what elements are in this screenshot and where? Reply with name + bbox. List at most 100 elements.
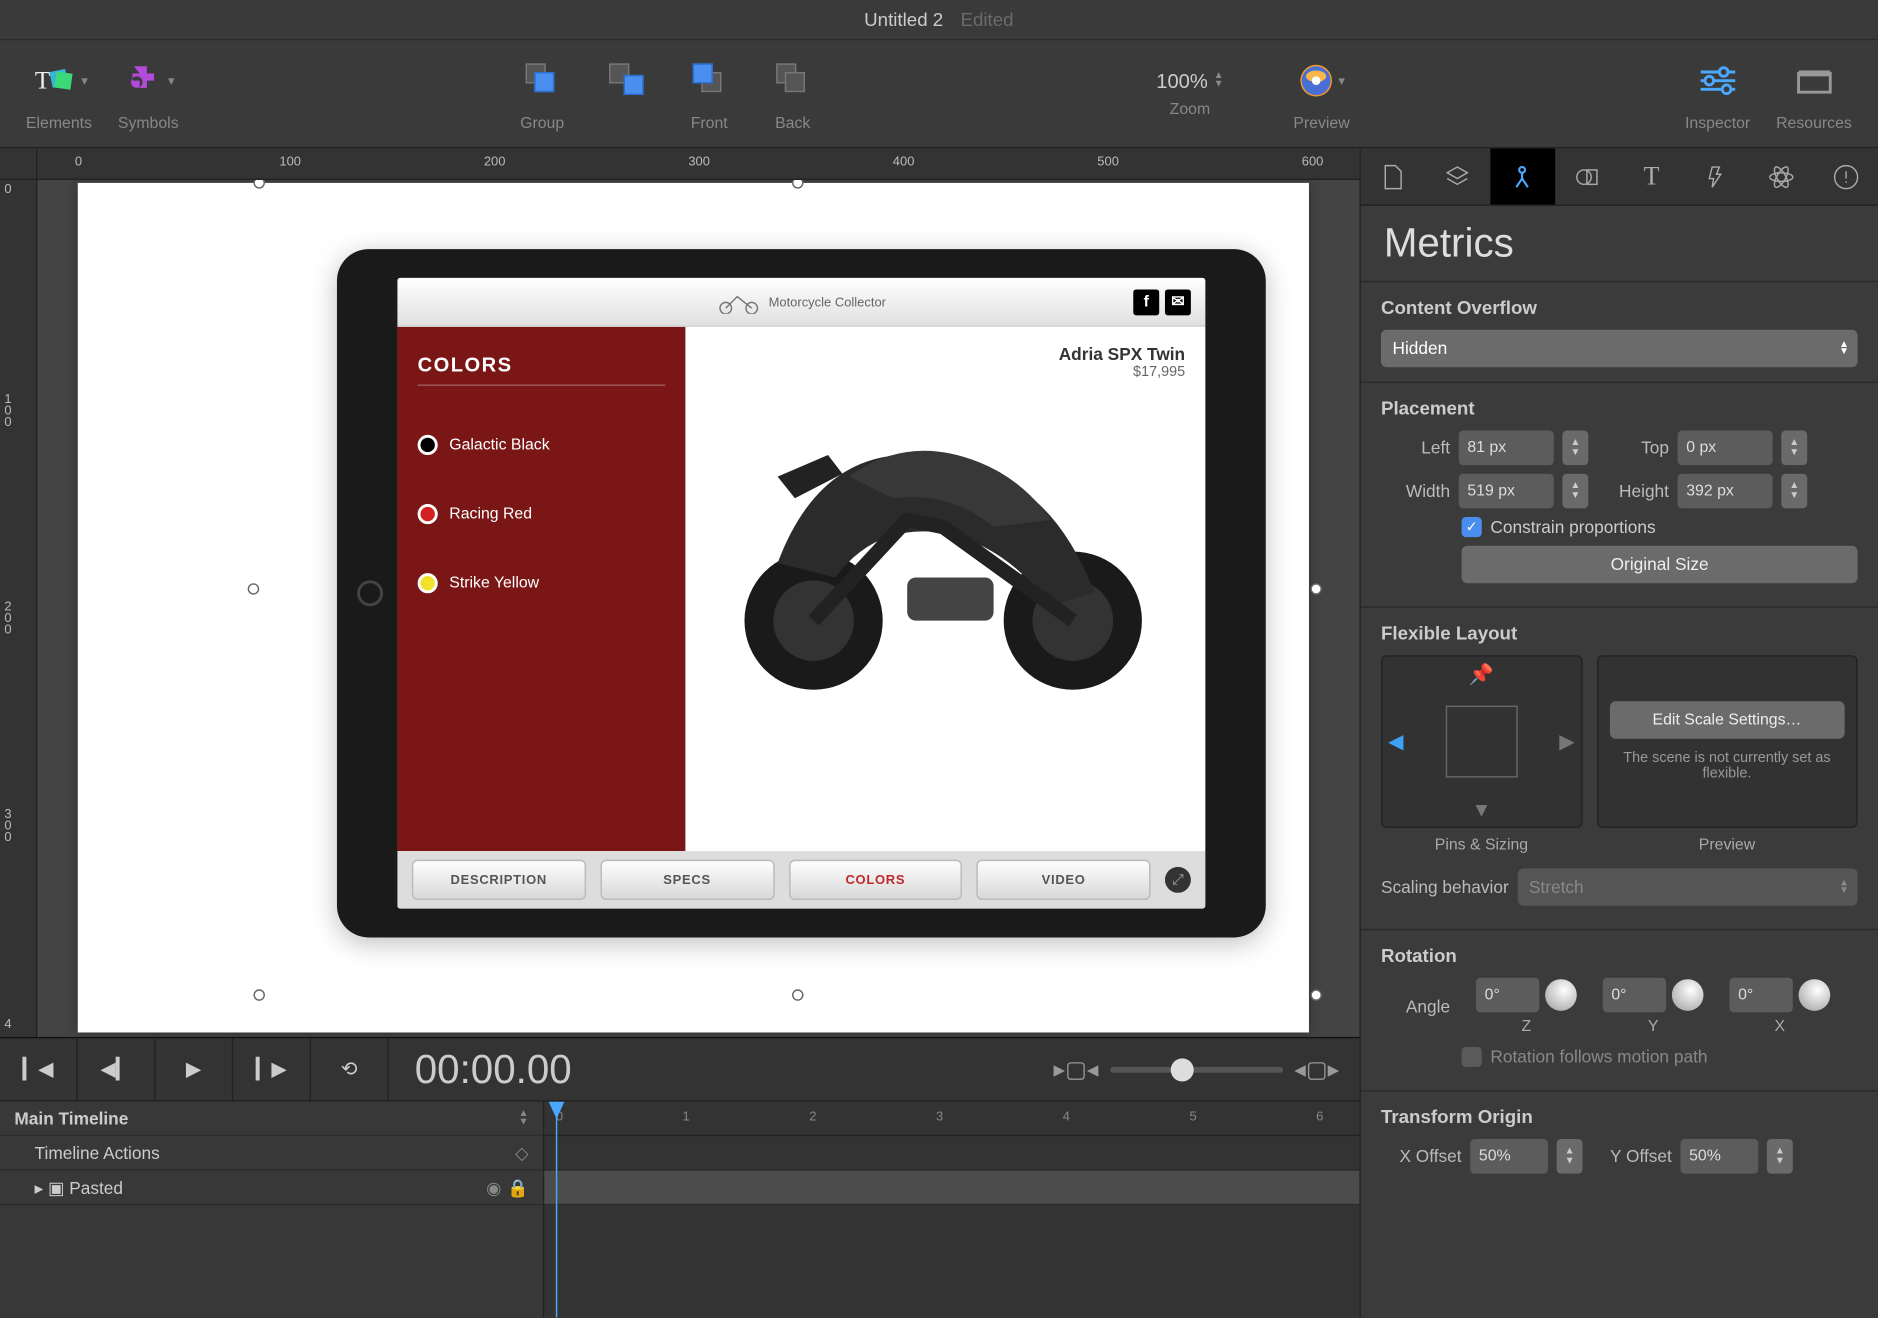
rotation-knob[interactable] (1545, 979, 1577, 1011)
original-size-button[interactable]: Original Size (1462, 546, 1858, 583)
preview-tool[interactable]: ▾ Preview (1293, 55, 1351, 133)
selection-handle[interactable] (253, 180, 265, 189)
pin-bottom-icon[interactable]: ▼ (1471, 798, 1491, 821)
resources-tool[interactable]: Resources (1776, 55, 1852, 133)
play-button[interactable]: ▶ (156, 1038, 234, 1101)
ruler-horizontal[interactable]: 0 100 200 300 400 500 600 (37, 148, 1359, 180)
zoom-out-icon[interactable]: ▸▢◂ (1054, 1055, 1099, 1084)
step-forward-button[interactable]: ▎▶ (233, 1038, 311, 1101)
selection-handle[interactable] (1310, 583, 1322, 595)
visibility-icon[interactable]: ◉ (486, 1177, 501, 1197)
x-offset-field[interactable] (1470, 1139, 1548, 1174)
go-to-start-button[interactable]: ▎◀ (0, 1038, 78, 1101)
home-button-icon (357, 580, 383, 606)
canvas-viewport[interactable]: Motorcycle Collector f ✉ COLOR (37, 180, 1359, 1037)
rotation-knob[interactable] (1672, 979, 1704, 1011)
constrain-checkbox[interactable]: ✓ (1462, 517, 1482, 537)
style-tab[interactable] (1555, 148, 1620, 204)
left-field[interactable] (1459, 431, 1554, 466)
timeline-tracks[interactable]: 0 1 2 3 4 5 6 (544, 1102, 1359, 1318)
timeline-actions-row[interactable]: Timeline Actions ◇ (0, 1136, 543, 1171)
stepper[interactable]: ▲▼ (1781, 431, 1807, 466)
identity-tab[interactable] (1813, 148, 1878, 204)
stage[interactable]: Motorcycle Collector f ✉ COLOR (78, 183, 1309, 1033)
tab-video[interactable]: VIDEO (977, 860, 1151, 900)
image-icon: ▣ (48, 1177, 64, 1197)
document-tab[interactable] (1361, 148, 1426, 204)
zoom-label: Zoom (1170, 101, 1211, 118)
loop-button[interactable]: ⟲ (311, 1038, 389, 1101)
zoom-stepper-icon[interactable]: ▲▼ (1214, 72, 1224, 89)
inspector-label: Inspector (1685, 115, 1750, 132)
elements-tool[interactable]: T ▾ Elements (26, 55, 92, 133)
ruler-vertical[interactable]: 0 100 200 300 4 (0, 180, 37, 1037)
tab-specs[interactable]: SPECS (600, 860, 774, 900)
pin-right-icon[interactable]: ▶ (1559, 729, 1575, 753)
color-swatch-icon (418, 435, 438, 455)
mail-icon[interactable]: ✉ (1165, 289, 1191, 315)
step-back-button[interactable]: ◀▎ (78, 1038, 156, 1101)
pin-top-icon[interactable]: 📌 (1469, 662, 1494, 686)
tab-colors[interactable]: COLORS (788, 860, 962, 900)
inspector-tool[interactable]: Inspector (1685, 55, 1750, 133)
angle-x-field[interactable] (1729, 978, 1792, 1013)
ungroup-tool[interactable] (597, 55, 655, 133)
rotation-knob[interactable] (1799, 979, 1831, 1011)
top-field[interactable] (1678, 431, 1773, 466)
follows-path-checkbox[interactable] (1462, 1047, 1482, 1067)
front-tool[interactable]: Front (680, 55, 738, 133)
back-tool[interactable]: Back (764, 55, 822, 133)
angle-y-field[interactable] (1603, 978, 1666, 1013)
layers-tab[interactable] (1425, 148, 1490, 204)
chevron-updown-icon: ▲▼ (1839, 341, 1849, 355)
timeline-track[interactable] (544, 1136, 1359, 1171)
lock-icon[interactable]: 🔒 (507, 1177, 529, 1197)
stepper[interactable]: ▲▼ (1562, 431, 1588, 466)
timeline-item-row[interactable]: ▸ ▣ Pasted ◉ 🔒 (0, 1171, 543, 1206)
angle-z-field[interactable] (1476, 978, 1539, 1013)
metrics-tab[interactable] (1490, 148, 1555, 204)
playhead[interactable] (556, 1102, 557, 1318)
selection-handle[interactable] (248, 583, 260, 595)
height-field[interactable] (1678, 474, 1773, 509)
timeline-element-span[interactable] (544, 1171, 1359, 1206)
selection-handle[interactable] (792, 989, 804, 1001)
timeline-ruler[interactable]: 0 1 2 3 4 5 6 (544, 1102, 1359, 1137)
timeline-zoom-slider[interactable] (1110, 1066, 1283, 1072)
main-timeline-row[interactable]: Main Timeline ▲▼ (0, 1102, 543, 1137)
expand-icon[interactable]: ⤢ (1165, 867, 1191, 893)
facebook-icon[interactable]: f (1133, 289, 1159, 315)
y-offset-field[interactable] (1680, 1139, 1758, 1174)
tab-description[interactable]: DESCRIPTION (412, 860, 586, 900)
stepper[interactable]: ▲▼ (1781, 474, 1807, 509)
typography-tab[interactable]: T (1619, 148, 1684, 204)
edit-scale-button[interactable]: Edit Scale Settings… (1609, 701, 1844, 738)
stepper[interactable]: ▲▼ (1557, 1139, 1583, 1174)
stepper[interactable]: ▲▼ (1767, 1139, 1793, 1174)
selection-handle[interactable] (792, 180, 804, 189)
color-swatch-icon (418, 504, 438, 524)
color-option[interactable]: Strike Yellow (418, 573, 666, 593)
placement-panel: Placement Left ▲▼ Top ▲▼ Width ▲▼ Height… (1361, 382, 1878, 607)
diamond-icon[interactable]: ◇ (515, 1143, 528, 1163)
group-tool[interactable]: Group (513, 55, 571, 133)
symbols-tool[interactable]: ▾ Symbols (118, 55, 179, 133)
symbols-label: Symbols (118, 115, 179, 132)
selection-handle[interactable] (253, 989, 265, 1001)
color-option[interactable]: Racing Red (418, 504, 666, 524)
selection-handle[interactable] (1310, 989, 1322, 1001)
zoom-tool[interactable]: 100% ▲▼ Zoom (1156, 69, 1223, 118)
mock-header: Motorcycle Collector f ✉ (397, 278, 1205, 327)
timeline-select-icon[interactable]: ▲▼ (518, 1110, 528, 1127)
width-field[interactable] (1459, 474, 1554, 509)
overflow-select[interactable]: Hidden ▲▼ (1381, 330, 1858, 367)
pins-sizing-control[interactable]: 📌 ◀ ▶ ▼ (1381, 655, 1582, 828)
color-option[interactable]: Galactic Black (418, 435, 666, 455)
scaling-select[interactable]: Stretch ▲▼ (1517, 868, 1857, 905)
zoom-in-icon[interactable]: ◂▢▸ (1294, 1055, 1339, 1084)
pin-left-icon[interactable]: ◀ (1388, 729, 1404, 753)
physics-tab[interactable] (1749, 148, 1814, 204)
stepper[interactable]: ▲▼ (1562, 474, 1588, 509)
colors-sidebar: COLORS Galactic Black Racing Red (397, 327, 685, 851)
actions-tab[interactable] (1684, 148, 1749, 204)
